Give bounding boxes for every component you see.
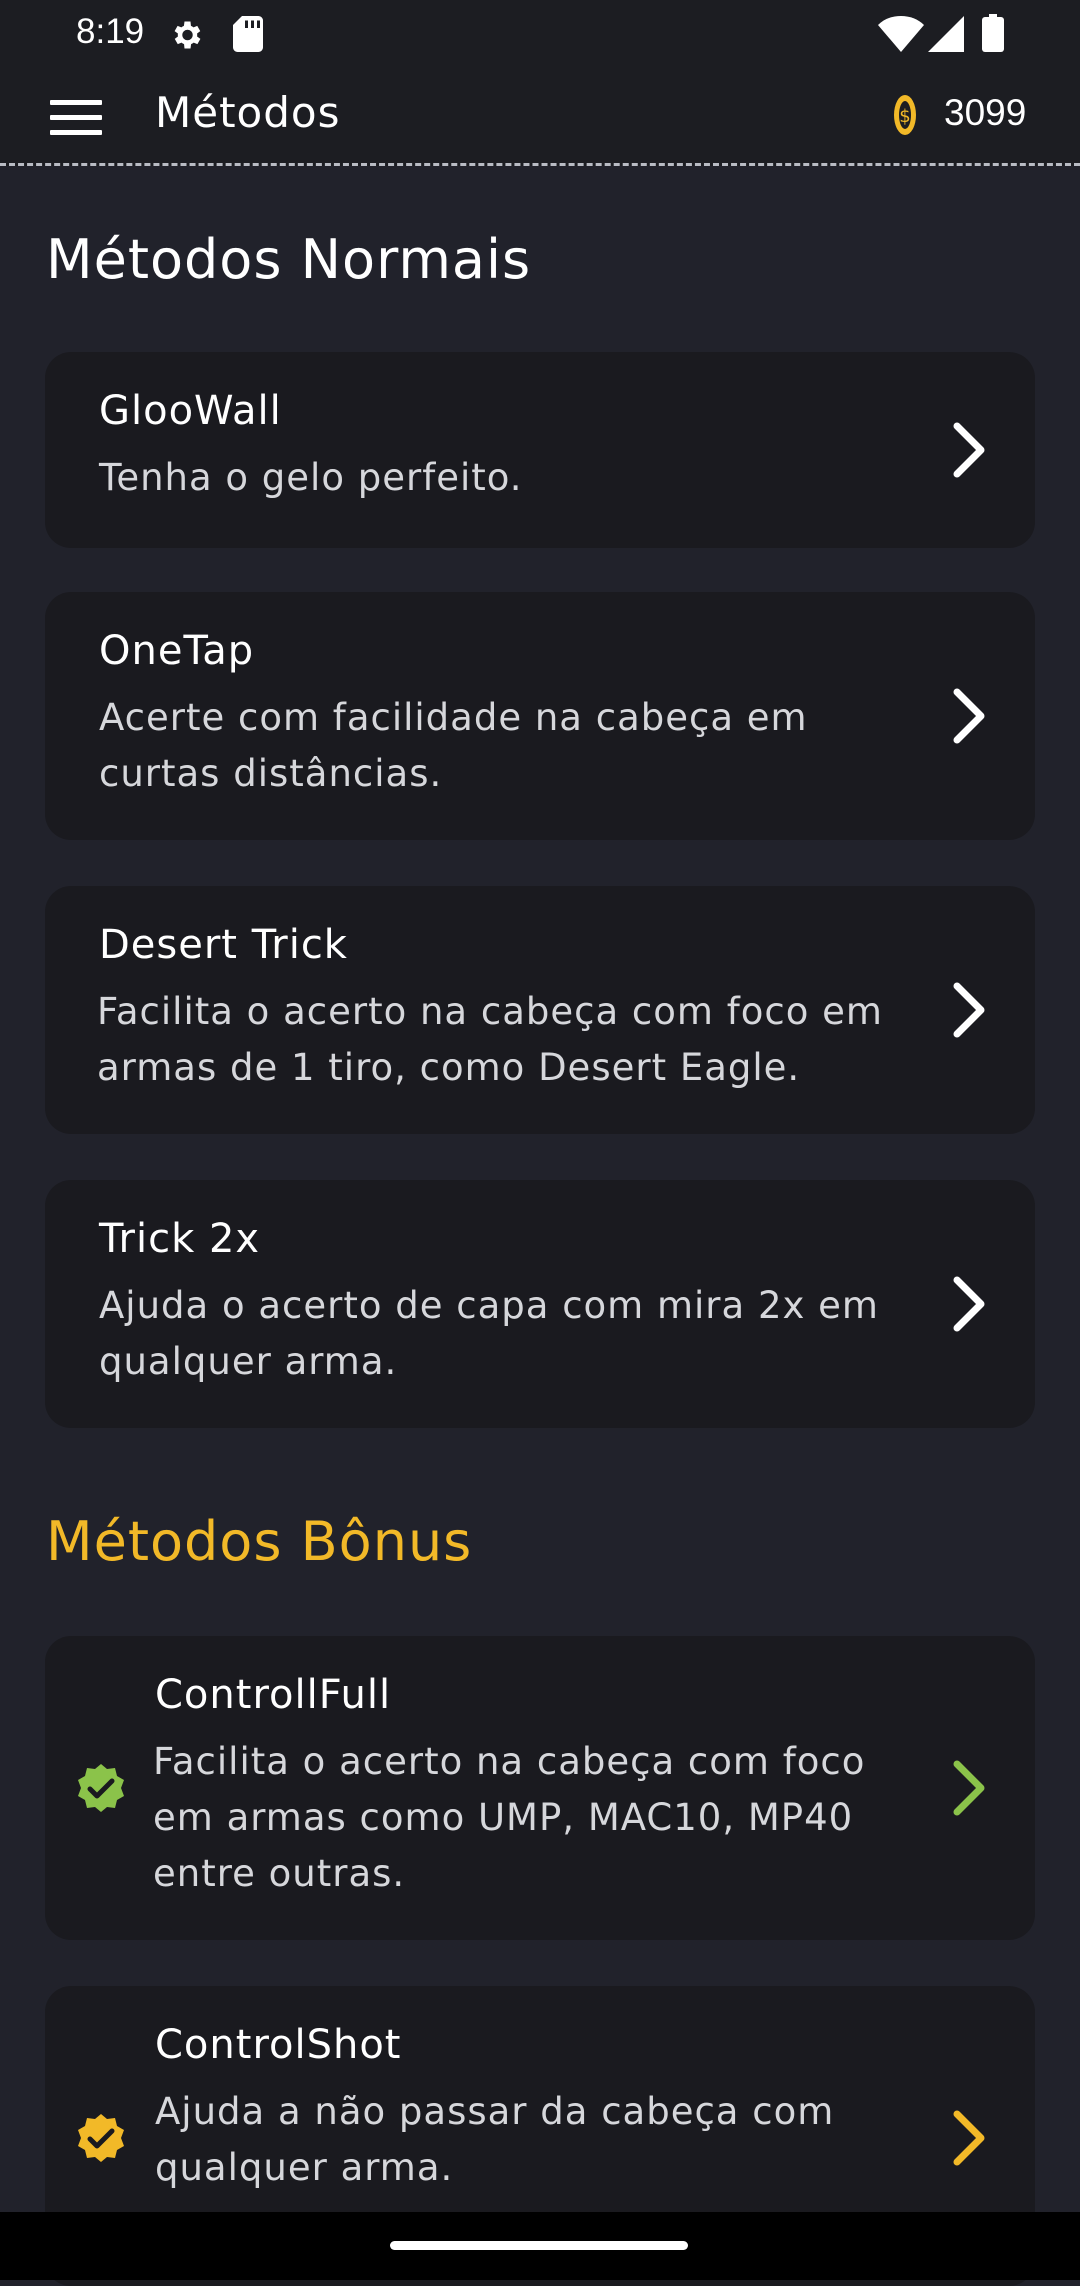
chevron-right-icon	[953, 982, 985, 1038]
chevron-right-icon	[953, 422, 985, 478]
method-card-gloowall[interactable]: GlooWall Tenha o gelo perfeito.	[45, 352, 1035, 548]
wifi-icon	[878, 16, 924, 52]
chevron-right-icon	[953, 688, 985, 744]
method-title: Trick 2x	[99, 1216, 261, 1262]
battery-icon	[982, 14, 1004, 52]
method-description: Tenha o gelo perfeito.	[99, 456, 523, 499]
verified-check-icon	[78, 1764, 124, 1812]
method-description: Ajuda o acerto de capa com mira 2x em qu…	[99, 1284, 879, 1383]
menu-icon[interactable]	[50, 98, 104, 138]
gear-icon	[174, 21, 201, 49]
home-gesture-handle[interactable]	[390, 2241, 688, 2250]
svg-text:$: $	[899, 106, 910, 127]
app-bar-divider	[0, 163, 1080, 166]
method-card-trick-2x[interactable]: Trick 2x Ajuda o acerto de capa com mira…	[45, 1180, 1035, 1428]
method-card-desert-trick[interactable]: Desert Trick Facilita o acerto na cabeça…	[45, 886, 1035, 1134]
method-description: Ajuda a não passar da cabeça com qualque…	[155, 2090, 835, 2189]
method-card-controllfull[interactable]: ControllFull Facilita o acerto na cabeça…	[45, 1636, 1035, 1940]
section-title-bonus: Métodos Bônus	[46, 1510, 473, 1573]
chevron-right-icon	[953, 2110, 985, 2166]
signal-icon	[928, 16, 964, 52]
method-title: ControlShot	[155, 2022, 402, 2068]
method-title: ControllFull	[155, 1672, 392, 1718]
method-title: OneTap	[99, 628, 255, 674]
coin-icon: $	[894, 95, 916, 135]
chevron-right-icon	[953, 1276, 985, 1332]
method-title: GlooWall	[99, 388, 282, 434]
status-time: 8:19	[76, 12, 145, 51]
method-card-onetap[interactable]: OneTap Acerte com facilidade na cabeça e…	[45, 592, 1035, 840]
sd-card-icon	[233, 16, 263, 52]
page-title: Métodos	[155, 88, 341, 137]
section-title-normal: Métodos Normais	[46, 228, 532, 291]
verified-check-icon	[78, 2114, 124, 2162]
method-title: Desert Trick	[99, 922, 348, 968]
coin-balance: 3099	[944, 92, 1027, 133]
method-description: Acerte com facilidade na cabeça em curta…	[99, 696, 808, 795]
chevron-right-icon	[953, 1760, 985, 1816]
method-description: Facilita o acerto na cabeça com foco em …	[153, 1740, 866, 1895]
method-description: Facilita o acerto na cabeça com foco em …	[97, 990, 883, 1089]
